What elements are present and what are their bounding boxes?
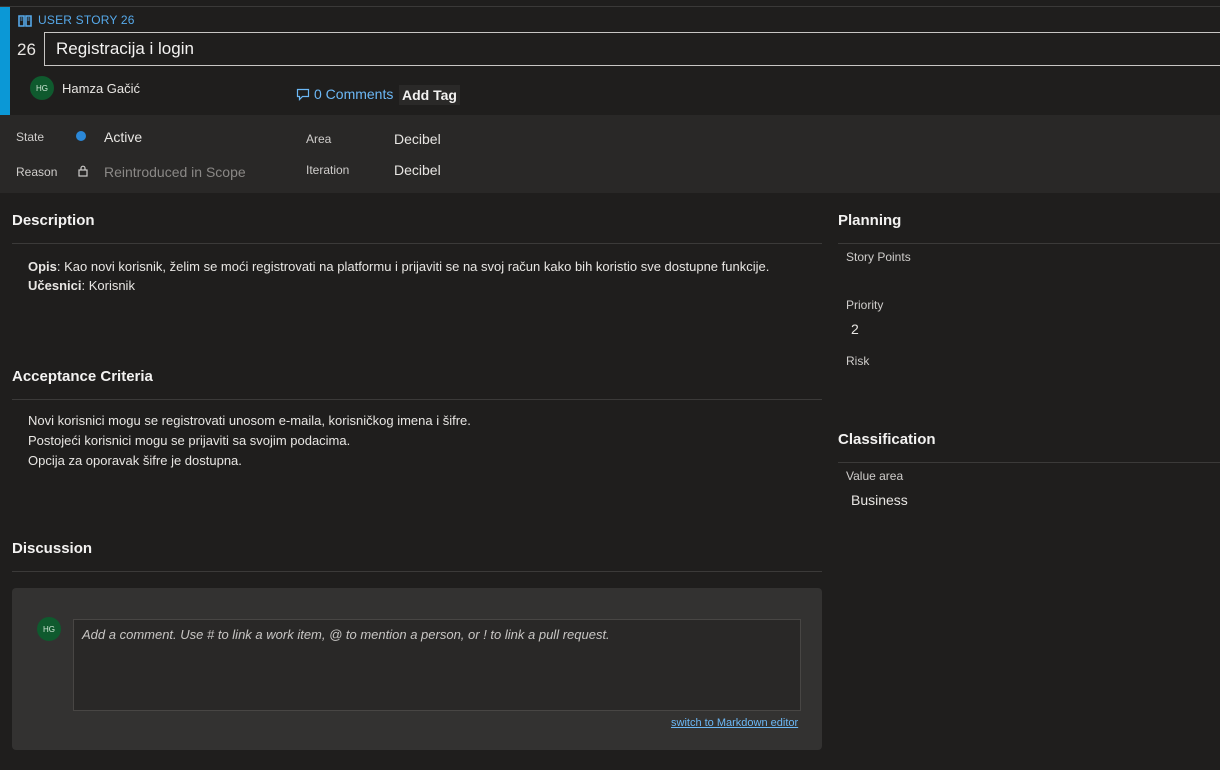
comments-count-label: 0 Comments: [314, 86, 394, 102]
planning-divider: [838, 243, 1220, 244]
switch-to-markdown-link[interactable]: switch to Markdown editor: [671, 717, 798, 729]
assignee-picker[interactable]: HG Hamza Gačić: [30, 76, 140, 100]
priority-field[interactable]: 2: [851, 321, 859, 337]
planning-heading: Planning: [838, 212, 902, 229]
work-item-type-color-bar: [0, 7, 10, 115]
iteration-label: Iteration: [306, 163, 350, 177]
acceptance-criteria-editor[interactable]: Novi korisnici mogu se registrovati unos…: [28, 411, 798, 471]
work-item-type-label: USER STORY 26: [38, 13, 135, 27]
reason-label: Reason: [16, 165, 58, 179]
comment-icon: [296, 88, 310, 101]
acceptance-criteria-heading: Acceptance Criteria: [12, 368, 153, 385]
ucesnici-label: Učesnici: [28, 278, 82, 293]
classification-divider: [838, 462, 1220, 463]
area-label: Area: [306, 132, 332, 146]
state-status-dot: [76, 131, 86, 141]
risk-label: Risk: [846, 354, 870, 368]
area-field[interactable]: Decibel: [394, 131, 441, 147]
description-heading: Description: [12, 212, 95, 229]
add-tag-button[interactable]: Add Tag: [399, 85, 460, 105]
classification-heading: Classification: [838, 431, 936, 448]
opis-label: Opis: [28, 259, 57, 274]
story-points-label: Story Points: [846, 250, 911, 264]
description-divider: [12, 243, 822, 244]
assignee-name: Hamza Gačić: [62, 80, 141, 96]
acceptance-line: Opcija za oporavak šifre je dostupna.: [28, 453, 242, 468]
reason-value: Reintroduced in Scope: [104, 164, 246, 180]
priority-label: Priority: [846, 298, 884, 312]
value-area-label: Value area: [846, 469, 904, 483]
lock-icon: [78, 164, 88, 180]
opis-text: : Kao novi korisnik, želim se moći regis…: [56, 259, 770, 274]
work-item-type: USER STORY 26: [18, 13, 135, 27]
acceptance-line: Postojeći korisnici mogu se prijaviti sa…: [28, 433, 351, 448]
commenter-avatar: HG: [37, 617, 61, 641]
comment-input[interactable]: [73, 619, 801, 711]
book-icon: [18, 14, 32, 27]
fields-panel: [0, 115, 1220, 193]
work-item-id: 26: [17, 40, 36, 59]
value-area-field[interactable]: Business: [851, 492, 908, 508]
discussion-heading: Discussion: [12, 540, 93, 557]
acceptance-line: Novi korisnici mogu se registrovati unos…: [28, 413, 471, 428]
assignee-avatar: HG: [30, 76, 54, 100]
ucesnici-text: : Korisnik: [81, 278, 135, 293]
state-label: State: [16, 130, 45, 144]
comments-link[interactable]: 0 Comments: [296, 86, 393, 102]
description-editor[interactable]: Opis: Kao novi korisnik, želim se moći r…: [28, 257, 798, 295]
acceptance-divider: [12, 399, 822, 400]
state-dropdown[interactable]: Active: [104, 129, 142, 145]
discussion-divider: [12, 571, 822, 572]
title-input[interactable]: [44, 32, 1220, 66]
iteration-field[interactable]: Decibel: [394, 162, 441, 178]
